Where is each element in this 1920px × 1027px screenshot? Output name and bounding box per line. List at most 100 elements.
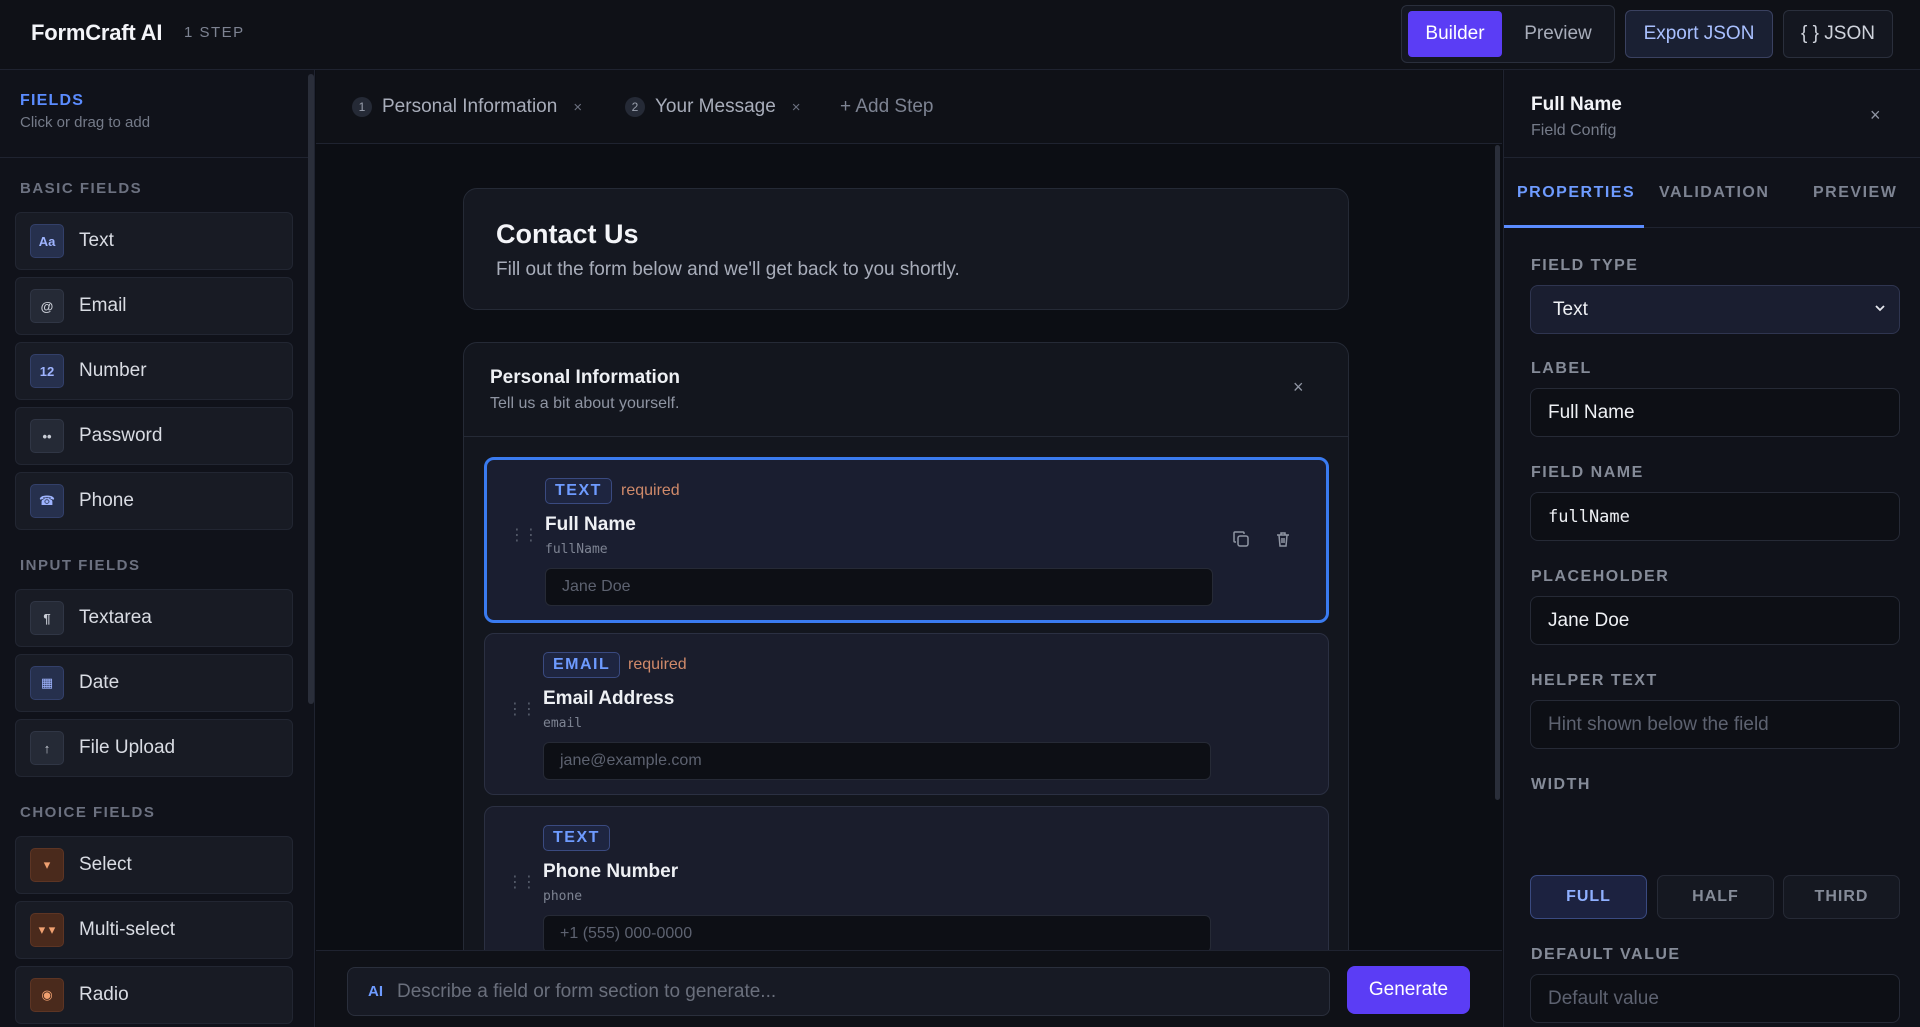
mode-toggle: Builder Preview — [1401, 5, 1615, 63]
step-tab-label: Your Message — [655, 96, 776, 117]
field-card-full-name[interactable]: ⋮⋮ TEXT required Full Name fullName Jane… — [484, 457, 1329, 623]
field-item-label: Number — [79, 360, 147, 381]
default-value-input[interactable]: Default value — [1530, 974, 1900, 1023]
duplicate-icon[interactable] — [1230, 528, 1252, 550]
drag-handle-icon[interactable]: ⋮⋮ — [507, 702, 537, 718]
form-canvas: 1 Personal Information × 2 Your Message … — [316, 70, 1502, 1027]
field-actions — [1230, 528, 1294, 550]
required-tag: required — [628, 656, 687, 673]
field-card-email-address[interactable]: ⋮⋮ EMAIL required Email Address email ja… — [484, 633, 1329, 795]
step-tab-personal-information[interactable]: 1 Personal Information × — [352, 96, 582, 118]
field-item-text[interactable]: Aa Text — [15, 212, 293, 270]
field-type-value: Text — [1553, 298, 1588, 320]
field-item-label: Select — [79, 854, 132, 875]
config-subtitle: Field Config — [1531, 122, 1617, 139]
field-item-label: Radio — [79, 984, 129, 1005]
step-number: 1 — [352, 97, 372, 117]
helper-text-input[interactable]: Hint shown below the field — [1530, 700, 1900, 749]
field-item-date[interactable]: ▦ Date — [15, 654, 293, 712]
width-full-button[interactable]: FULL — [1530, 875, 1647, 919]
label-label: LABEL — [1531, 360, 1592, 377]
step-tab-your-message[interactable]: 2 Your Message × — [625, 96, 801, 118]
placeholder-input[interactable]: Jane Doe — [1530, 596, 1900, 645]
builder-button[interactable]: Builder — [1408, 11, 1502, 57]
form-header-card[interactable]: Contact Us Fill out the form below and w… — [463, 188, 1349, 310]
width-half-button[interactable]: HALF — [1657, 875, 1774, 919]
section-title-basic: BASIC FIELDS — [20, 180, 143, 197]
close-icon[interactable]: × — [1293, 377, 1304, 398]
field-item-select[interactable]: ▾ Select — [15, 836, 293, 894]
required-tag: required — [621, 482, 680, 499]
field-item-password[interactable]: •• Password — [15, 407, 293, 465]
section-title: Personal Information — [490, 367, 681, 388]
add-step-button[interactable]: + Add Step — [840, 96, 934, 118]
ai-generate-bar: AI Describe a field or form section to g… — [316, 950, 1502, 1027]
text-icon: Aa — [30, 224, 64, 258]
field-item-radio[interactable]: ◉ Radio — [15, 966, 293, 1024]
json-button[interactable]: { } JSON — [1783, 10, 1893, 58]
close-icon[interactable]: × — [792, 99, 801, 116]
field-item-label: Email — [79, 295, 127, 316]
field-input-preview: jane@example.com — [543, 742, 1211, 780]
field-item-label: File Upload — [79, 737, 176, 758]
field-item-textarea[interactable]: ¶ Textarea — [15, 589, 293, 647]
field-item-file-upload[interactable]: ↑ File Upload — [15, 719, 293, 777]
sidebar-title: FIELDS — [20, 92, 85, 109]
tab-preview[interactable]: PREVIEW — [1813, 184, 1897, 202]
field-type-select[interactable]: Text — [1530, 285, 1900, 334]
sidebar-header: FIELDS Click or drag to add — [0, 70, 314, 158]
top-bar: FormCraft AI 1 STEP Builder Preview Expo… — [0, 0, 1920, 70]
helper-text-label: HELPER TEXT — [1531, 672, 1658, 689]
width-label: WIDTH — [1531, 776, 1591, 793]
field-input-preview: Jane Doe — [545, 568, 1213, 606]
drag-handle-icon[interactable]: ⋮⋮ — [509, 528, 539, 544]
drag-handle-icon[interactable]: ⋮⋮ — [507, 875, 537, 891]
section-title-choice: CHOICE FIELDS — [20, 804, 156, 821]
form-title: Contact Us — [496, 219, 639, 249]
tab-validation[interactable]: VALIDATION — [1659, 184, 1769, 202]
field-item-number[interactable]: 12 Number — [15, 342, 293, 400]
close-icon[interactable]: × — [573, 99, 582, 116]
placeholder-label: PLACEHOLDER — [1531, 568, 1670, 585]
export-json-button[interactable]: Export JSON — [1625, 10, 1773, 58]
field-label: Email Address — [543, 688, 675, 709]
close-icon[interactable]: × — [1870, 105, 1881, 126]
field-item-phone[interactable]: ☎ Phone — [15, 472, 293, 530]
preview-button[interactable]: Preview — [1508, 11, 1608, 57]
field-config-panel: Full Name Field Config × PROPERTIES VALI… — [1503, 70, 1920, 1027]
field-item-email[interactable]: @ Email — [15, 277, 293, 335]
active-tab-indicator — [1504, 225, 1644, 228]
field-name-input[interactable]: fullName — [1530, 492, 1900, 541]
canvas-scrollbar[interactable] — [1495, 145, 1500, 800]
generate-button[interactable]: Generate — [1347, 966, 1470, 1014]
field-item-multi-select[interactable]: ▾ ▾ Multi-select — [15, 901, 293, 959]
field-input-preview: +1 (555) 000-0000 — [543, 915, 1211, 953]
field-label: Phone Number — [543, 861, 679, 882]
section-header[interactable]: Personal Information Tell us a bit about… — [464, 343, 1348, 437]
ai-prompt-placeholder: Describe a field or form section to gene… — [397, 980, 777, 1002]
label-input[interactable]: Full Name — [1530, 388, 1900, 437]
field-name: fullName — [545, 542, 608, 557]
field-item-label: Multi-select — [79, 919, 176, 940]
sidebar-scrollbar[interactable] — [308, 74, 314, 704]
field-type-badge: EMAIL — [543, 652, 621, 678]
ai-prompt-input[interactable]: AI Describe a field or form section to g… — [347, 967, 1330, 1016]
width-third-button[interactable]: THIRD — [1783, 875, 1900, 919]
radio-icon: ◉ — [30, 978, 64, 1012]
section-card: Personal Information Tell us a bit about… — [463, 342, 1349, 1027]
trash-icon[interactable] — [1272, 528, 1294, 550]
section-title-input: INPUT FIELDS — [20, 557, 141, 574]
field-type-badge: TEXT — [543, 825, 610, 851]
field-name: email — [543, 716, 583, 731]
multi-select-icon: ▾ ▾ — [30, 913, 64, 947]
step-number: 2 — [625, 97, 645, 117]
password-icon: •• — [30, 419, 64, 453]
app-title: FormCraft AI — [31, 20, 163, 45]
field-type-badge: TEXT — [545, 478, 612, 504]
config-title: Full Name — [1531, 94, 1622, 115]
field-item-label: Phone — [79, 490, 134, 511]
field-card-phone-number[interactable]: ⋮⋮ TEXT Phone Number phone +1 (555) 000-… — [484, 806, 1329, 968]
tab-properties[interactable]: PROPERTIES — [1517, 184, 1635, 202]
sidebar-subtitle: Click or drag to add — [20, 114, 151, 131]
field-name-label: FIELD NAME — [1531, 464, 1644, 481]
